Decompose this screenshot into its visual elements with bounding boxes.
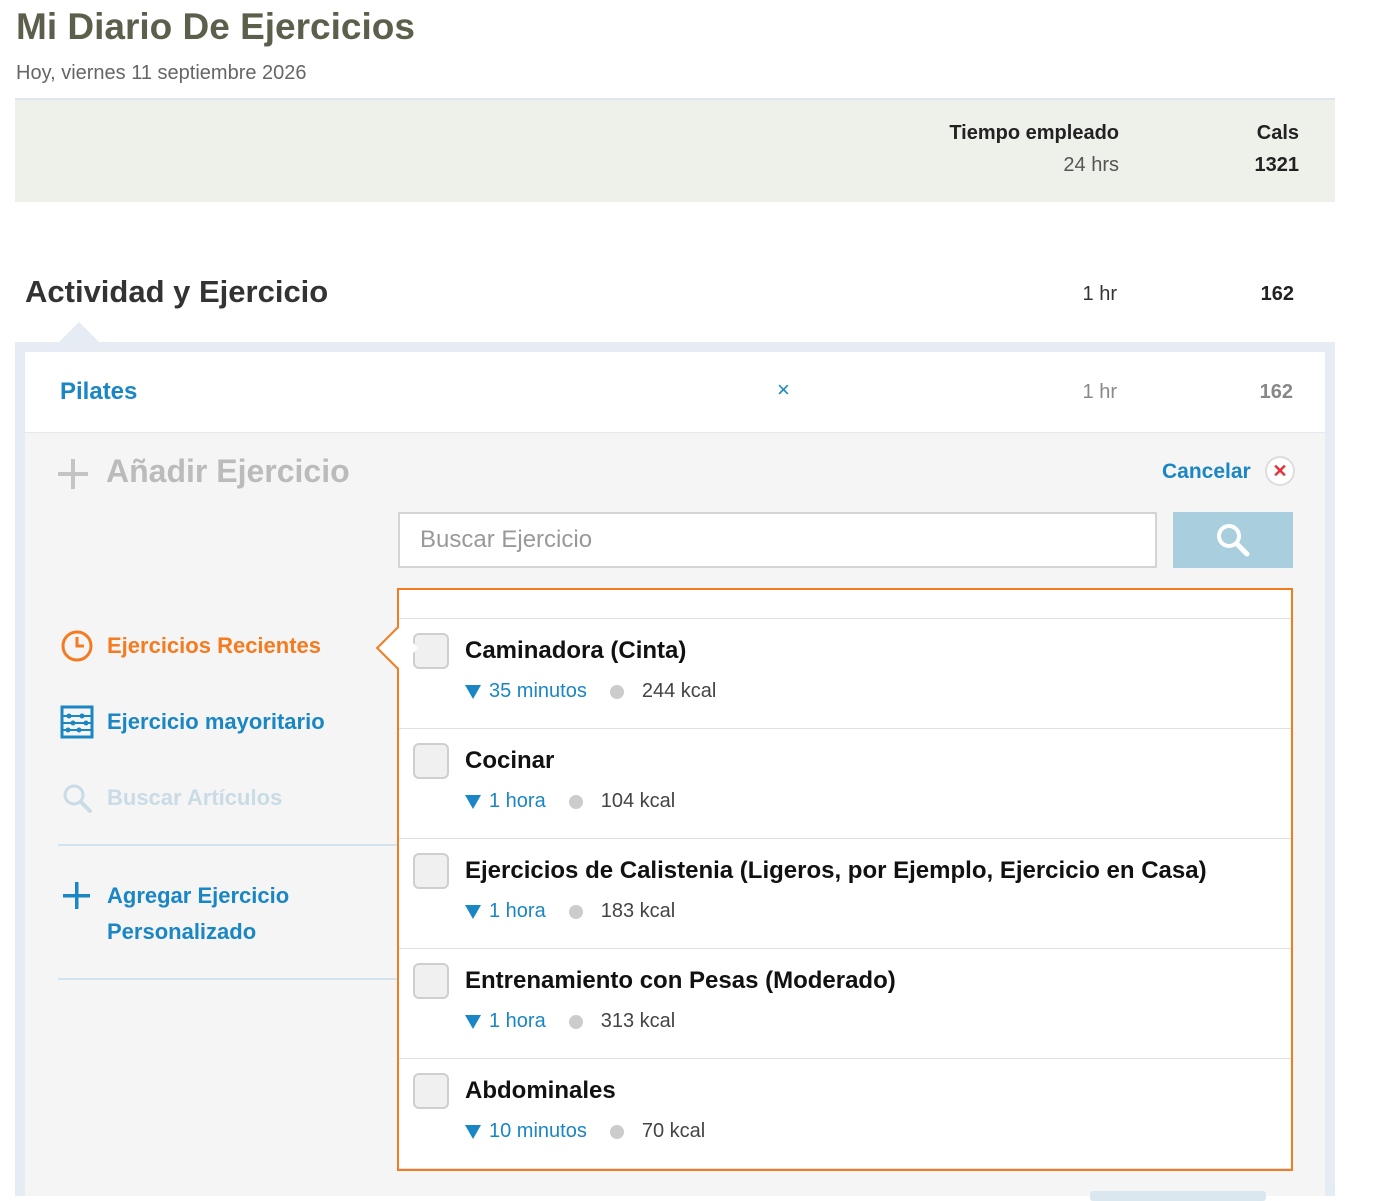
list-item: Cocinar 1 hora 104 kcal [399, 729, 1291, 839]
summary-time-label: Tiempo empleado [949, 122, 1119, 144]
add-exercise-title: Añadir Ejercicio [106, 453, 350, 489]
side-item-recent[interactable]: Ejercicios Recientes [60, 628, 321, 664]
plus-icon [58, 459, 88, 489]
select-checkbox[interactable] [413, 963, 449, 999]
section-caret [59, 322, 99, 342]
exercise-kcal: 183 kcal [600, 900, 676, 922]
exercise-kcal: 104 kcal [600, 790, 676, 812]
search-input[interactable] [398, 512, 1157, 568]
dot-separator [568, 904, 583, 919]
triangle-down-icon[interactable] [465, 1014, 481, 1029]
exercise-meta: 1 hora 104 kcal [465, 790, 675, 813]
side-item-custom[interactable]: Agregar Ejercicio Personalizado [60, 878, 327, 950]
select-checkbox[interactable] [413, 633, 449, 669]
triangle-down-icon[interactable] [465, 904, 481, 919]
triangle-down-icon[interactable] [465, 684, 481, 699]
page-title: Mi Diario De Ejercicios [16, 6, 415, 47]
side-item-search[interactable]: Buscar Artículos [60, 780, 282, 816]
list-item: Abdominales 10 minutos 70 kcal [399, 1059, 1291, 1169]
close-icon[interactable]: ✕ [1265, 456, 1295, 486]
triangle-down-icon[interactable] [465, 794, 481, 809]
dot-separator [568, 794, 583, 809]
exercise-name: Entrenamiento con Pesas (Moderado) [465, 967, 896, 994]
list-item: Ejercicios de Calistenia (Ligeros, por E… [399, 839, 1291, 949]
select-checkbox[interactable] [413, 1073, 449, 1109]
duration-dropdown[interactable]: 1 hora [489, 790, 546, 813]
side-divider [58, 978, 398, 980]
magnifier-icon [60, 781, 94, 815]
results-top-strip [399, 590, 1291, 619]
side-divider [58, 844, 398, 846]
duration-dropdown[interactable]: 1 hora [489, 900, 546, 923]
add-exercise-panel: Añadir Ejercicio Cancelar ✕ Ejercicios R… [25, 433, 1325, 1196]
add-selected-button[interactable] [1090, 1191, 1266, 1201]
date-line: Hoy, viernes 11 septiembre 2026 [16, 62, 307, 84]
dot-separator [609, 1124, 624, 1139]
side-item-label: Ejercicios Recientes [107, 633, 322, 658]
exercise-meta: 1 hora 183 kcal [465, 900, 675, 923]
side-item-most[interactable]: Ejercicio mayoritario [60, 704, 325, 740]
list-item: Caminadora (Cinta) 35 minutos 244 kcal [399, 619, 1291, 729]
exercise-kcal: 244 kcal [641, 680, 717, 702]
remove-exercise-icon[interactable]: × [777, 379, 790, 401]
logged-exercise-row: Pilates × 1 hr 162 [25, 352, 1325, 433]
summary-time-value: 24 hrs [1063, 154, 1119, 176]
duration-dropdown[interactable]: 1 hora [489, 1010, 546, 1033]
side-item-label: Buscar Artículos [107, 785, 283, 810]
exercise-name: Ejercicios de Calistenia (Ligeros, por E… [465, 857, 1207, 884]
side-item-label: Ejercicio mayoritario [107, 709, 325, 734]
select-checkbox[interactable] [413, 743, 449, 779]
exercise-name: Abdominales [465, 1077, 616, 1104]
search-button[interactable] [1173, 512, 1293, 568]
list-item: Entrenamiento con Pesas (Moderado) 1 hor… [399, 949, 1291, 1059]
exercise-meta: 1 hora 313 kcal [465, 1010, 675, 1033]
dot-separator [609, 684, 624, 699]
select-checkbox[interactable] [413, 853, 449, 889]
search-icon [1217, 524, 1250, 557]
duration-dropdown[interactable]: 35 minutos [489, 680, 587, 703]
section-title: Actividad y Ejercicio [25, 274, 329, 309]
dot-separator [568, 1014, 583, 1029]
exercise-name: Cocinar [465, 747, 555, 774]
recent-results-list: Caminadora (Cinta) 35 minutos 244 kcal C… [397, 588, 1293, 1171]
logged-exercise-cals: 162 [1259, 381, 1293, 403]
logged-exercise-time: 1 hr [1082, 381, 1117, 403]
section-cals-total: 162 [1260, 283, 1294, 305]
side-item-label: Agregar Ejercicio Personalizado [107, 883, 290, 944]
cancel-button[interactable]: Cancelar [1162, 460, 1251, 484]
summary-cals-value: 1321 [1254, 154, 1300, 176]
summary-bar: Tiempo empleado 24 hrs Cals 1321 [15, 98, 1335, 202]
exercise-kcal: 313 kcal [600, 1010, 676, 1032]
exercise-meta: 35 minutos 244 kcal [465, 680, 716, 703]
plus-icon [60, 878, 94, 912]
abacus-icon [60, 705, 94, 739]
logged-exercise-name[interactable]: Pilates [60, 378, 137, 406]
duration-dropdown[interactable]: 10 minutos [489, 1120, 587, 1143]
exercise-meta: 10 minutos 70 kcal [465, 1120, 705, 1143]
exercise-kcal: 70 kcal [641, 1120, 706, 1142]
triangle-down-icon[interactable] [465, 1124, 481, 1139]
exercise-name: Caminadora (Cinta) [465, 637, 687, 664]
section-time-total: 1 hr [1082, 283, 1117, 305]
clock-icon [60, 629, 94, 663]
summary-cals-label: Cals [1256, 122, 1299, 144]
